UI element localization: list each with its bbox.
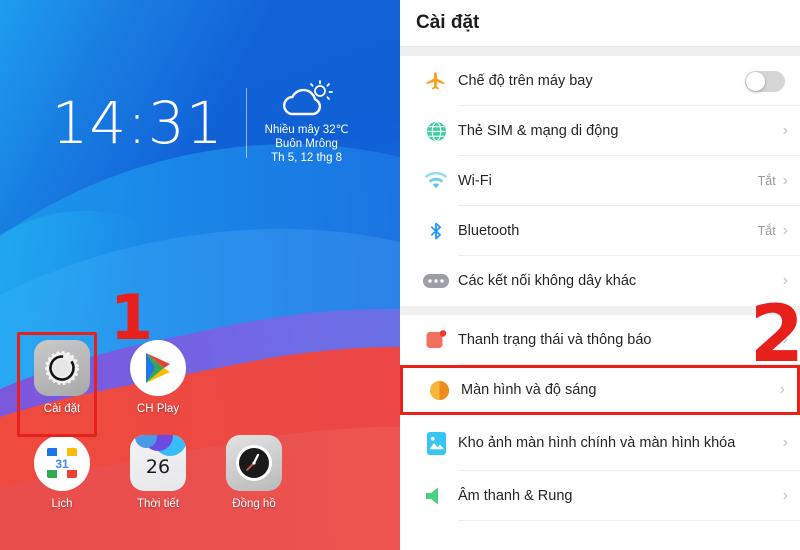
settings-row-display-brightness[interactable]: Màn hình và độ sáng ›	[400, 365, 800, 415]
more-dots-icon	[414, 273, 458, 289]
app-label: Đồng hồ	[232, 498, 276, 510]
svg-text:31: 31	[55, 457, 69, 471]
sim-globe-icon	[414, 120, 458, 143]
app-label: Thời tiết	[136, 498, 180, 510]
chevron-right-icon: ›	[782, 122, 788, 139]
app-icon-lich[interactable]: 31 Lịch	[14, 435, 110, 510]
app-row-2: 31 Lịch 26 Thời tiết Đồng hồ	[14, 435, 344, 510]
settings-row-label: Kho ảnh màn hình chính và màn hình khóa	[458, 434, 736, 451]
annotation-step-1: 1	[110, 281, 154, 354]
settings-group-display: Thanh trạng thái và thông báo › Màn hình…	[400, 315, 800, 521]
settings-row-value: Tắt	[757, 224, 776, 238]
app-label: CH Play	[136, 403, 180, 415]
section-gap-middle	[400, 306, 800, 315]
wifi-icon	[414, 171, 458, 191]
settings-row-sim-network[interactable]: Thẻ SIM & mạng di động ›	[400, 106, 800, 156]
app-icon-dong-ho[interactable]: Đồng hồ	[206, 435, 302, 510]
airplane-icon	[414, 70, 458, 92]
settings-row-label: Âm thanh & Rung	[458, 487, 573, 504]
settings-row-label: Wi-Fi	[458, 172, 492, 189]
chevron-right-icon: ›	[779, 381, 785, 398]
chevron-right-icon: ›	[782, 222, 788, 239]
weather-day-number: 26	[145, 456, 171, 478]
chevron-right-icon: ›	[782, 272, 788, 289]
clock-time: 14:31	[51, 88, 224, 157]
clock-icon	[226, 435, 282, 491]
screenshot-root: 14:31 Nhiều mây 32℃ Buôn Mrông Th 5, 12 …	[0, 0, 800, 550]
settings-row-wifi[interactable]: Wi-Fi Tắt ›	[400, 156, 800, 206]
weather-condition: Nhiều mây 32℃	[264, 124, 349, 136]
airplane-mode-toggle[interactable]	[745, 70, 785, 92]
settings-header: Cài đặt	[400, 0, 800, 47]
settings-row-status-bar[interactable]: Thanh trạng thái và thông báo ›	[400, 315, 800, 365]
highlight-box-cai-dat	[17, 332, 97, 437]
brightness-icon	[417, 379, 461, 402]
speaker-icon	[414, 485, 458, 507]
settings-panel: Cài đặt Chế độ trên máy bay Thẻ SIM & mạ…	[400, 0, 800, 550]
status-bar-icon	[414, 328, 458, 352]
settings-row-wallpaper-gallery[interactable]: Kho ảnh màn hình chính và màn hình khóa …	[400, 415, 800, 471]
partly-cloudy-icon	[282, 80, 333, 116]
app-label: Lịch	[51, 498, 73, 510]
bluetooth-icon	[414, 219, 458, 243]
annotation-step-2: 2	[749, 290, 800, 380]
clock-weather-widget[interactable]: 14:31 Nhiều mây 32℃ Buôn Mrông Th 5, 12 …	[0, 80, 400, 165]
settings-row-bluetooth[interactable]: Bluetooth Tắt ›	[400, 206, 800, 256]
settings-row-sound-vibration[interactable]: Âm thanh & Rung ›	[400, 471, 800, 521]
chevron-right-icon: ›	[782, 487, 788, 504]
settings-row-label: Thanh trạng thái và thông báo	[458, 331, 652, 348]
weather-widget[interactable]: Nhiều mây 32℃ Buôn Mrông Th 5, 12 thg 8	[247, 80, 349, 165]
chevron-right-icon: ›	[782, 434, 788, 451]
settings-row-value: Tắt	[757, 174, 776, 188]
chevron-right-icon: ›	[782, 172, 788, 189]
phone-home-screen: 14:31 Nhiều mây 32℃ Buôn Mrông Th 5, 12 …	[0, 0, 400, 550]
weather-location: Buôn Mrông	[275, 138, 338, 150]
settings-row-label: Bluetooth	[458, 222, 520, 239]
settings-row-label: Thẻ SIM & mạng di động	[458, 122, 619, 139]
settings-row-airplane-mode[interactable]: Chế độ trên máy bay	[400, 56, 800, 106]
section-gap-top	[400, 47, 800, 56]
settings-group-connectivity: Chế độ trên máy bay Thẻ SIM & mạng di độ…	[400, 56, 800, 306]
page-title: Cài đặt	[416, 12, 480, 33]
app-icon-thoi-tiet[interactable]: 26 Thời tiết	[110, 435, 206, 510]
row-separator	[458, 520, 800, 521]
wallpaper-icon	[414, 431, 458, 456]
calendar-icon: 31	[34, 435, 90, 491]
weather-date: Th 5, 12 thg 8	[271, 152, 343, 164]
weather-app-icon: 26	[130, 435, 186, 491]
settings-row-label: Chế độ trên máy bay	[458, 72, 593, 89]
settings-row-other-wireless[interactable]: Các kết nối không dây khác ›	[400, 256, 800, 306]
settings-row-label: Các kết nối không dây khác	[458, 272, 637, 289]
settings-row-label: Màn hình và độ sáng	[461, 381, 597, 398]
toggle-knob	[746, 71, 765, 91]
